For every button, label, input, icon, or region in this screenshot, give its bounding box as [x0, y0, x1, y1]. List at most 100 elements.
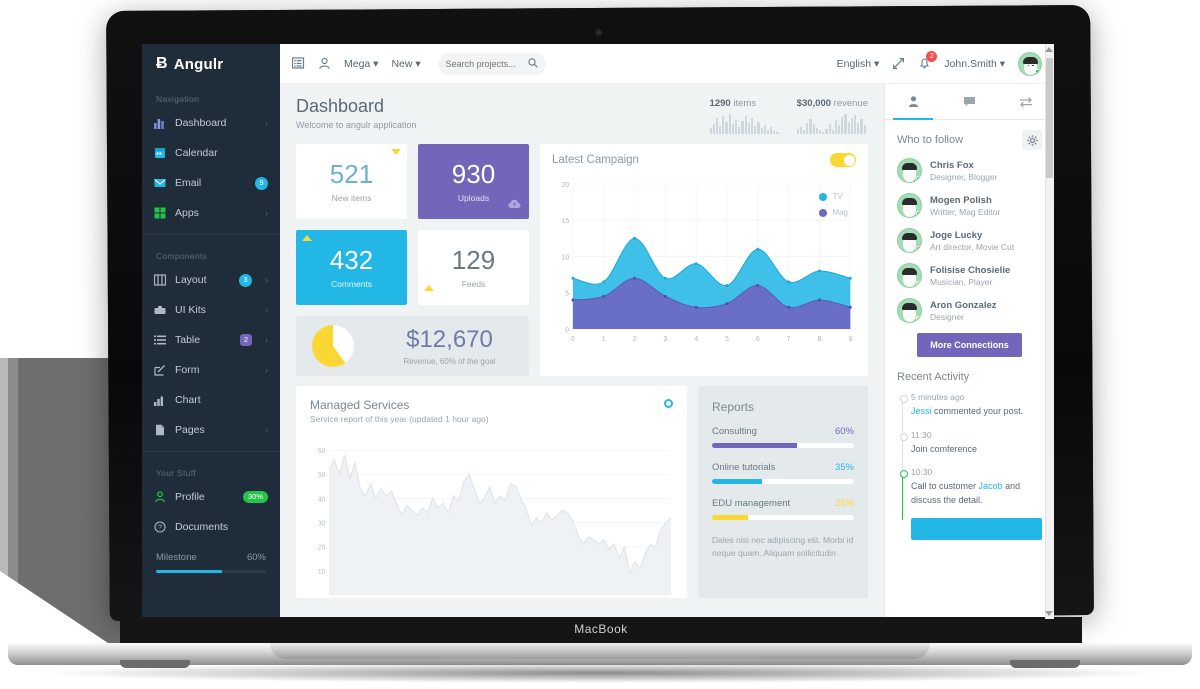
sparkline-bar: [847, 121, 850, 134]
revenue-card[interactable]: $12,670 Revenue, 60% of the goal: [296, 316, 529, 376]
sparkline-bar: [760, 128, 763, 134]
more-connections-button[interactable]: More Connections: [917, 333, 1022, 357]
list-item[interactable]: 11:30 Join comference: [897, 430, 1042, 469]
legend-swatch: [819, 192, 828, 201]
language-selector[interactable]: English ▾: [837, 58, 880, 70]
sparkline-bar: [834, 120, 838, 134]
menu-mega[interactable]: Mega ▾: [344, 58, 378, 70]
refresh-icon[interactable]: [664, 399, 673, 408]
search-icon[interactable]: [527, 55, 538, 73]
sparkline-bar: [719, 126, 722, 134]
scroll-up-arrow-icon[interactable]: [1045, 47, 1053, 52]
sparkline-bar: [747, 122, 750, 134]
svg-text:2: 2: [633, 336, 637, 343]
sparkline-bar: [754, 126, 757, 134]
list-item[interactable]: 10:30 Call to customer Jacob and discuss …: [897, 467, 1042, 520]
svg-text:0: 0: [571, 336, 575, 343]
sidebar-item-profile[interactable]: Profile 30%: [142, 482, 280, 512]
stat-label: revenue: [833, 98, 868, 109]
content-area: Dashboard Welcome to angulr application …: [280, 84, 884, 619]
search-input[interactable]: [445, 58, 526, 69]
person-info: Chris Fox Designer, Blogger: [930, 160, 998, 182]
sidebar-item-label: Calendar: [175, 147, 218, 159]
scroll-down-arrow-icon[interactable]: [1045, 611, 1053, 616]
milestone-value: 60%: [246, 552, 266, 563]
avatar-hair: [902, 198, 917, 205]
tab-people[interactable]: [885, 84, 941, 120]
tab-chat[interactable]: [941, 84, 997, 119]
content-and-rightbar: Dashboard Welcome to angulr application …: [280, 84, 1054, 619]
main-column: Mega ▾ New ▾ English ▾: [280, 44, 1054, 619]
recent-activity-title: Recent Activity: [897, 371, 970, 383]
sidebar-item-form[interactable]: Form ›: [142, 355, 280, 385]
tile-comments[interactable]: 432 Comments: [296, 230, 407, 305]
sidebar-item-chart[interactable]: Chart: [142, 385, 280, 415]
menu-icon[interactable]: [292, 57, 305, 70]
gear-icon[interactable]: [1022, 130, 1042, 150]
tile-feeds[interactable]: 129 Feeds: [418, 230, 529, 305]
avatar-status-dot: [916, 211, 921, 216]
sparkline-bar: [722, 116, 725, 134]
bell-icon[interactable]: 2: [918, 51, 938, 70]
milestone-progress-track: [156, 570, 266, 573]
svg-text:20: 20: [318, 545, 326, 552]
avatar[interactable]: [1018, 51, 1042, 76]
sidebar-item-dashboard[interactable]: Dashboard ›: [142, 108, 280, 138]
right-sidebar: Who to follow Chris Fox Designer, Blogger…: [884, 84, 1054, 619]
user-menu[interactable]: John.Smith ▾: [944, 58, 1005, 70]
sidebar-item-apps[interactable]: Apps ›: [142, 198, 280, 228]
scrollbar-thumb[interactable]: [1046, 58, 1053, 178]
sparkline-revenue: [796, 114, 868, 134]
sidebar-item-calendar[interactable]: Calendar: [142, 138, 280, 168]
sparkline-bar: [744, 116, 747, 134]
avatar-eye-left: [1027, 64, 1030, 67]
chevron-right-icon: ›: [265, 425, 268, 435]
tile-new-items[interactable]: 521 New items: [296, 144, 407, 219]
search-box[interactable]: [437, 52, 546, 75]
sparkline-bar: [763, 125, 766, 134]
sidebar-item-ui-kits[interactable]: UI Kits ›: [142, 295, 280, 325]
viewport-scrollbar[interactable]: [1045, 44, 1054, 619]
list-item[interactable]: 5 minutes ago Jessi commented your post.: [897, 392, 1042, 431]
tile-label: New items: [331, 192, 372, 203]
sidebar-item-email[interactable]: Email 9: [142, 168, 280, 198]
expand-icon[interactable]: [892, 57, 905, 70]
stat-value: $30,000: [796, 98, 832, 109]
svg-text:10: 10: [318, 569, 326, 576]
campaign-toggle[interactable]: [830, 153, 856, 167]
svg-text:50: 50: [318, 472, 326, 479]
reports-title: Reports: [712, 400, 755, 414]
svg-text:7: 7: [787, 336, 791, 343]
svg-text:10: 10: [562, 254, 570, 261]
user-outline-icon[interactable]: [318, 57, 331, 70]
sidebar-item-table[interactable]: Table 2 ›: [142, 325, 280, 355]
svg-text:5: 5: [565, 291, 569, 298]
list-item[interactable]: Mogen Polish Writter, Mag Editor: [897, 193, 1042, 218]
list-icon: [154, 334, 166, 346]
sidebar-item-layout[interactable]: Layout 3 ›: [142, 265, 280, 295]
legend-label: TV: [832, 192, 843, 201]
report-label: EDU management: [712, 498, 791, 509]
list-item[interactable]: Aron Gonzalez Designer: [897, 298, 1042, 323]
tile-uploads[interactable]: 930 Uploads: [418, 144, 529, 219]
sidebar-item-pages[interactable]: Pages ›: [142, 415, 280, 445]
activity-link[interactable]: Jessi: [911, 406, 932, 416]
report-row-tutorials: Online tutorials 35%: [712, 462, 854, 473]
brand-logo[interactable]: Ƀ Angulr: [142, 44, 280, 84]
sparkline-bar: [731, 124, 735, 134]
list-item[interactable]: Joge Lucky Art director, Movie Cut: [897, 228, 1042, 253]
list-item[interactable]: Folisise Chosielie Musician, Player: [897, 263, 1042, 288]
menu-new[interactable]: New ▾: [391, 58, 420, 70]
revenue-caption: Revenue, 60% of the goal: [403, 357, 496, 366]
person-info: Folisise Chosielie Musician, Player: [930, 265, 1010, 287]
sidebar-item-documents[interactable]: ? Documents: [142, 512, 280, 542]
activity-highlight-bar[interactable]: [911, 518, 1042, 540]
report-bar-track: [712, 443, 854, 448]
badge-count: 3: [239, 273, 252, 287]
activity-link[interactable]: Jacob: [979, 481, 1003, 491]
sparkline-bar: [818, 130, 822, 134]
briefcase-icon: [154, 304, 166, 316]
report-bar-fill: [712, 515, 748, 520]
list-item[interactable]: Chris Fox Designer, Blogger: [897, 158, 1042, 183]
sparkline-bar: [806, 122, 809, 134]
